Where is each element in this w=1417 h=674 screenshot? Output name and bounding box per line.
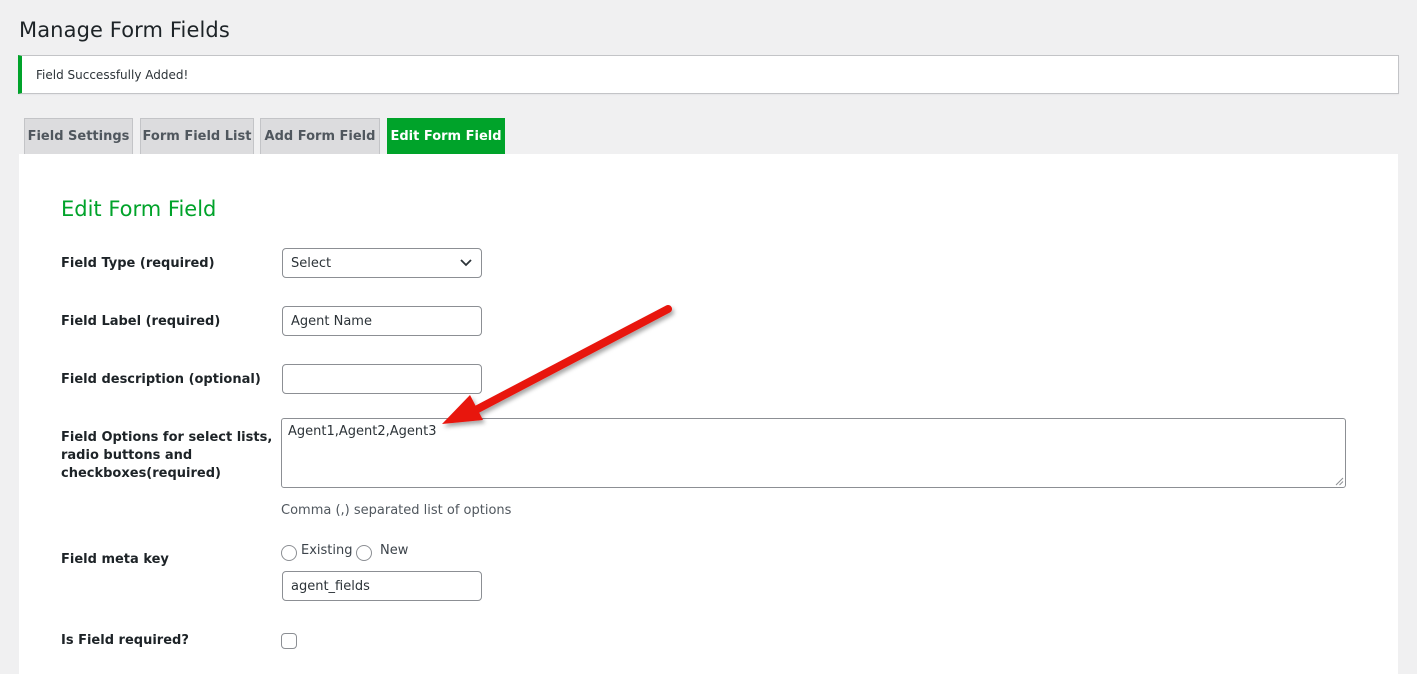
field-label-label: Field Label (required) <box>61 314 221 329</box>
chevron-down-icon <box>460 259 472 267</box>
field-options-hint: Comma (,) separated list of options <box>281 503 512 518</box>
field-label-value: Agent Name <box>291 313 372 329</box>
field-label-input[interactable]: Agent Name <box>282 306 482 336</box>
tab-form-field-list[interactable]: Form Field List <box>140 118 254 154</box>
field-description-label: Field description (optional) <box>61 372 261 387</box>
field-options-textarea[interactable]: Agent1,Agent2,Agent3 <box>281 418 1346 488</box>
field-options-value: Agent1,Agent2,Agent3 <box>288 424 437 439</box>
notice-message: Field Successfully Added! <box>36 68 189 82</box>
tab-field-settings[interactable]: Field Settings <box>24 118 133 154</box>
meta-key-input[interactable]: agent_fields <box>282 571 482 601</box>
radio-new-label[interactable]: New <box>380 543 408 558</box>
radio-new[interactable] <box>356 545 372 561</box>
field-description-input[interactable] <box>282 364 482 394</box>
section-title: Edit Form Field <box>61 197 217 221</box>
field-options-label-line1: Field Options for select lists, <box>61 430 273 445</box>
field-options-label: Field Options for select lists, radio bu… <box>61 429 272 483</box>
success-notice: Field Successfully Added! <box>18 55 1399 94</box>
field-options-label-line3: checkboxes(required) <box>61 466 221 481</box>
required-label: Is Field required? <box>61 633 189 648</box>
field-type-select[interactable]: Select <box>282 248 482 278</box>
tab-edit-form-field[interactable]: Edit Form Field <box>387 118 505 154</box>
page-title: Manage Form Fields <box>19 18 230 42</box>
required-checkbox[interactable] <box>281 633 297 649</box>
meta-key-label: Field meta key <box>61 552 169 567</box>
radio-existing[interactable] <box>281 545 297 561</box>
meta-key-value: agent_fields <box>291 578 370 594</box>
resize-grip-icon[interactable] <box>1335 477 1344 486</box>
field-options-label-line2: radio buttons and <box>61 448 193 463</box>
field-type-label: Field Type (required) <box>61 256 215 271</box>
radio-existing-label[interactable]: Existing <box>301 543 353 558</box>
tab-add-form-field[interactable]: Add Form Field <box>260 118 380 154</box>
field-type-selected: Select <box>291 255 332 271</box>
form-panel <box>19 154 1398 674</box>
